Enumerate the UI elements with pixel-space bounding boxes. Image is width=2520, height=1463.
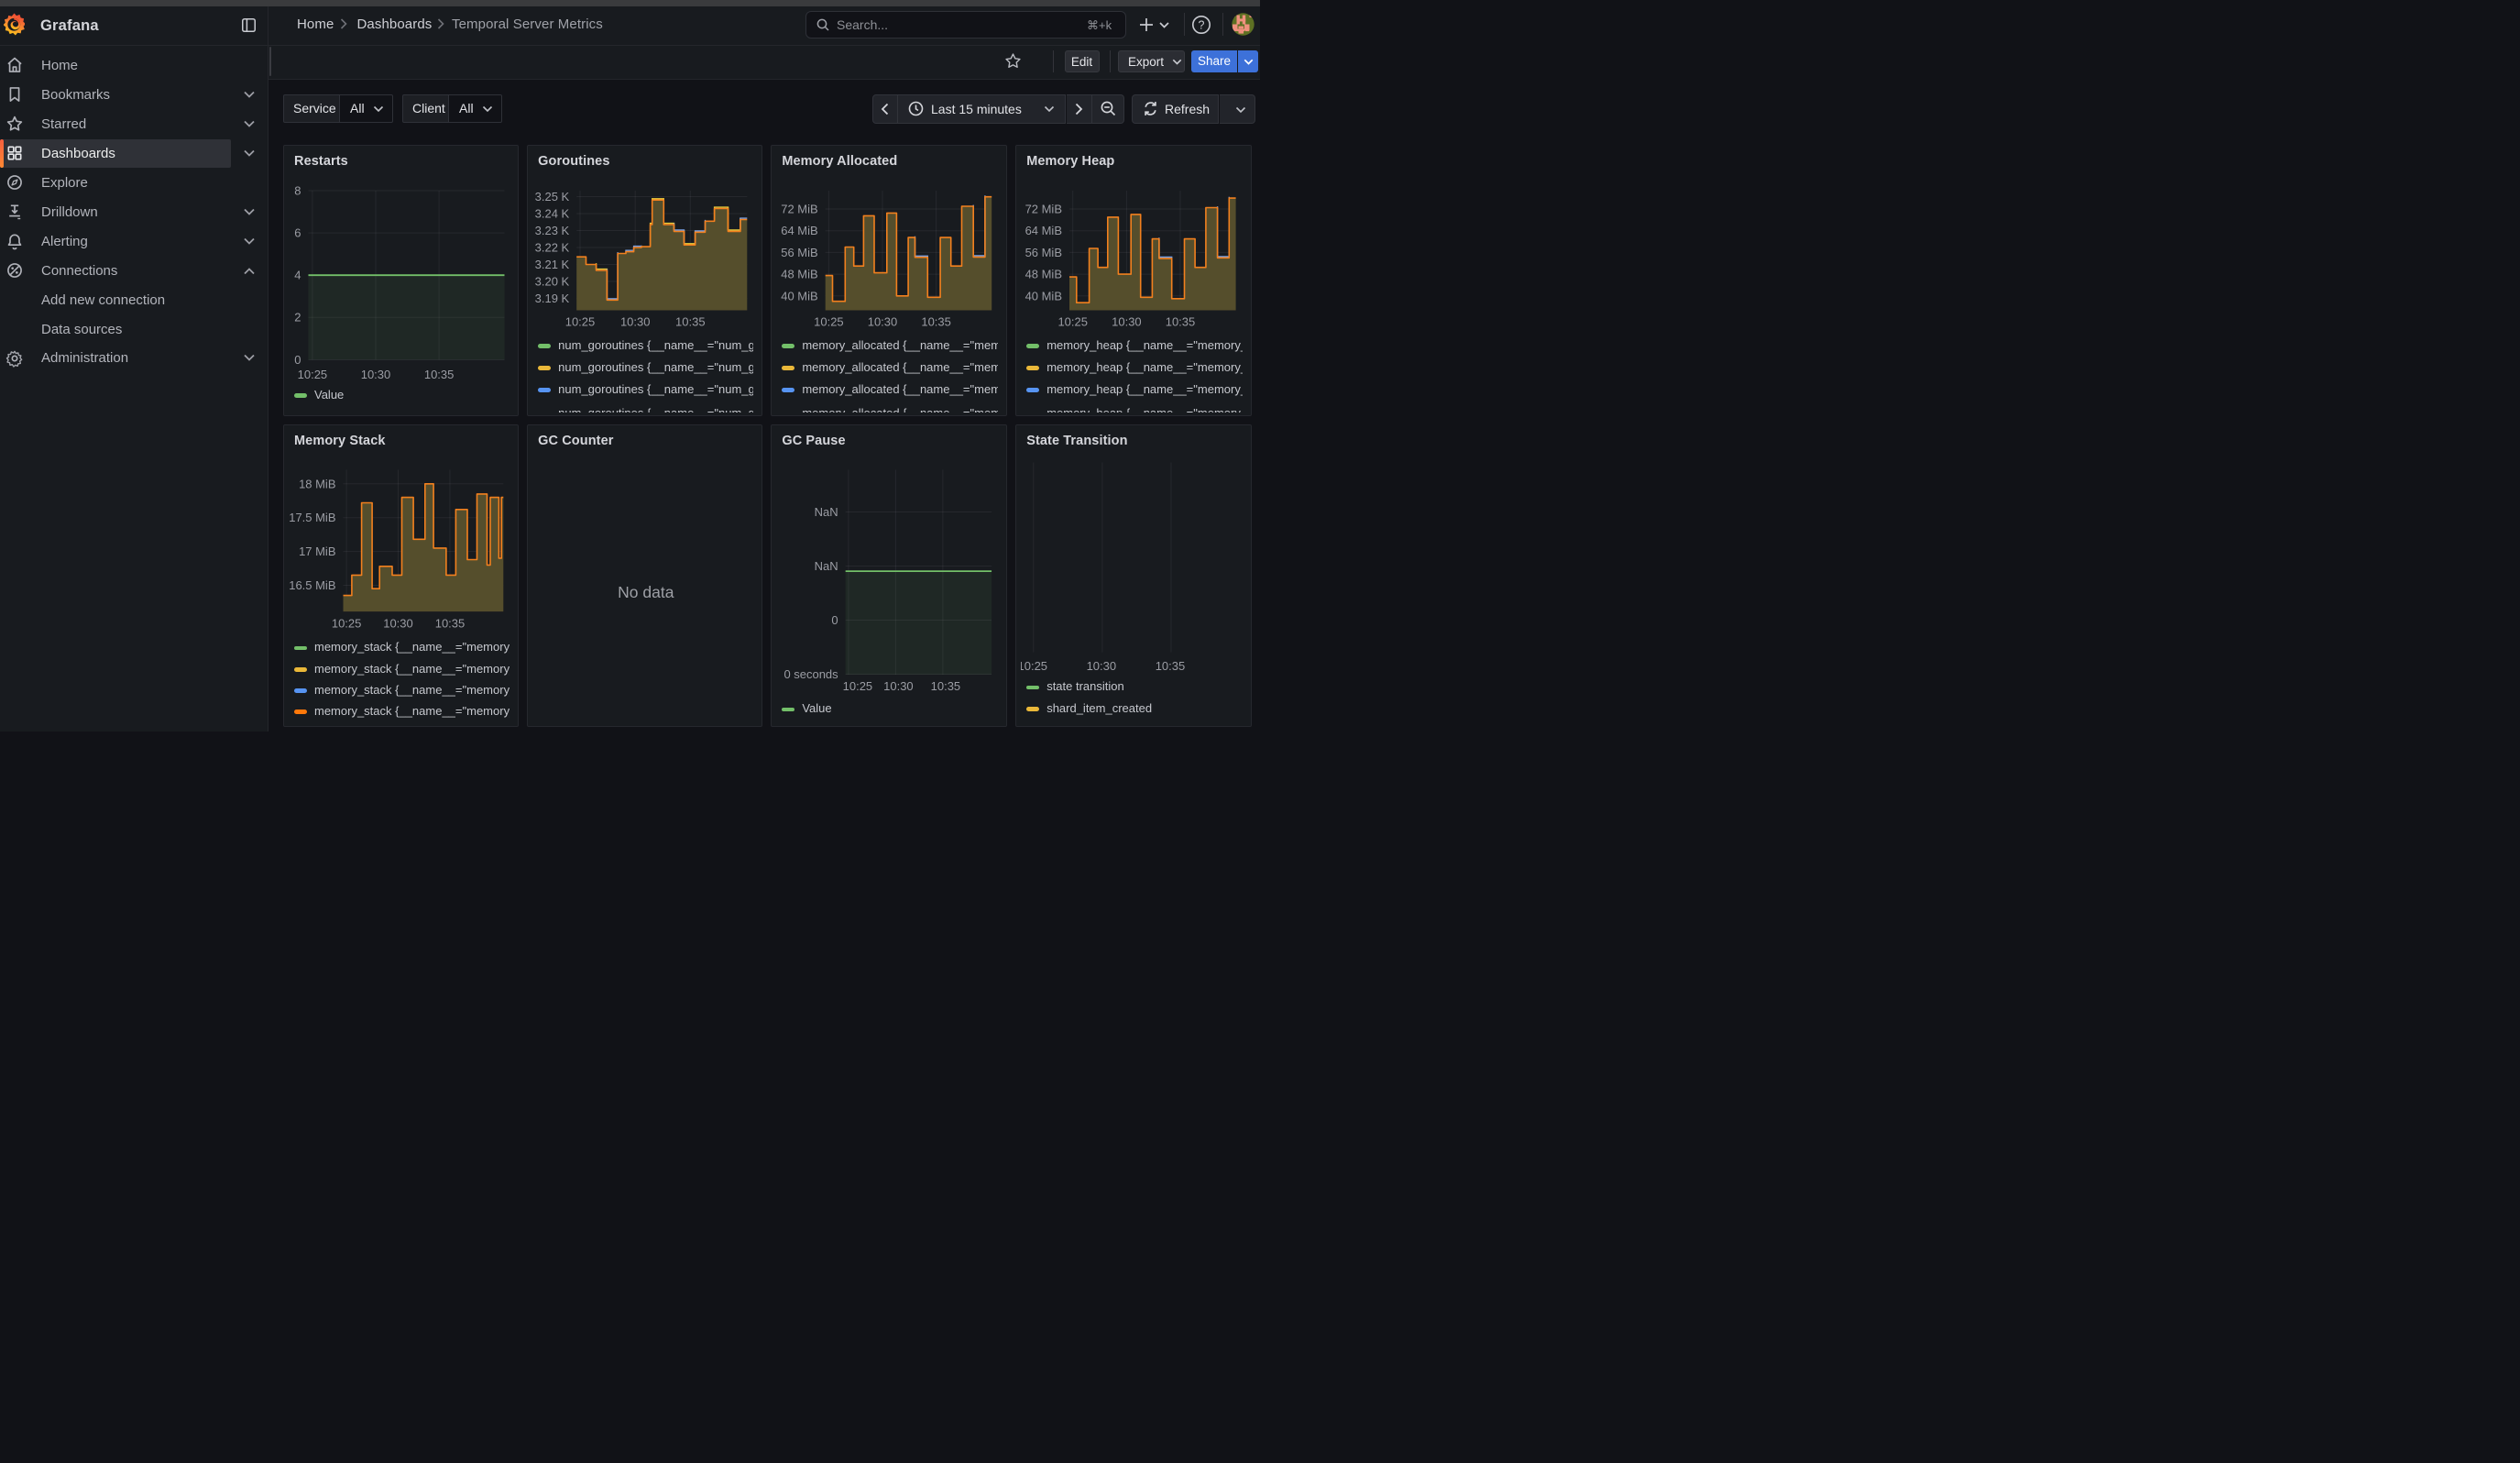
svg-text:8: 8 bbox=[294, 184, 301, 198]
svg-text:18 MiB: 18 MiB bbox=[299, 477, 335, 490]
svg-text:?: ? bbox=[1199, 19, 1205, 32]
svg-text:0: 0 bbox=[832, 612, 838, 626]
svg-text:4: 4 bbox=[294, 269, 301, 282]
svg-text:NaN: NaN bbox=[815, 559, 838, 573]
svg-text:10:30: 10:30 bbox=[361, 368, 391, 381]
svg-text:10:35: 10:35 bbox=[424, 368, 454, 381]
svg-text:10:35: 10:35 bbox=[435, 616, 465, 630]
svg-text:17.5 MiB: 17.5 MiB bbox=[289, 511, 335, 524]
svg-text:6: 6 bbox=[294, 226, 301, 240]
svg-text:10:30: 10:30 bbox=[383, 616, 413, 630]
svg-text:0 seconds: 0 seconds bbox=[784, 666, 839, 680]
svg-text:10:30: 10:30 bbox=[883, 678, 914, 692]
svg-text:17 MiB: 17 MiB bbox=[299, 544, 335, 558]
svg-text:10:25: 10:25 bbox=[843, 678, 873, 692]
svg-text:16.5 MiB: 16.5 MiB bbox=[289, 578, 335, 591]
svg-text:NaN: NaN bbox=[815, 505, 838, 519]
svg-text:0: 0 bbox=[294, 353, 301, 367]
svg-text:2: 2 bbox=[294, 311, 301, 324]
svg-text:10:25: 10:25 bbox=[298, 368, 328, 381]
svg-text:10:25: 10:25 bbox=[332, 616, 362, 630]
svg-text:10:35: 10:35 bbox=[931, 678, 961, 692]
